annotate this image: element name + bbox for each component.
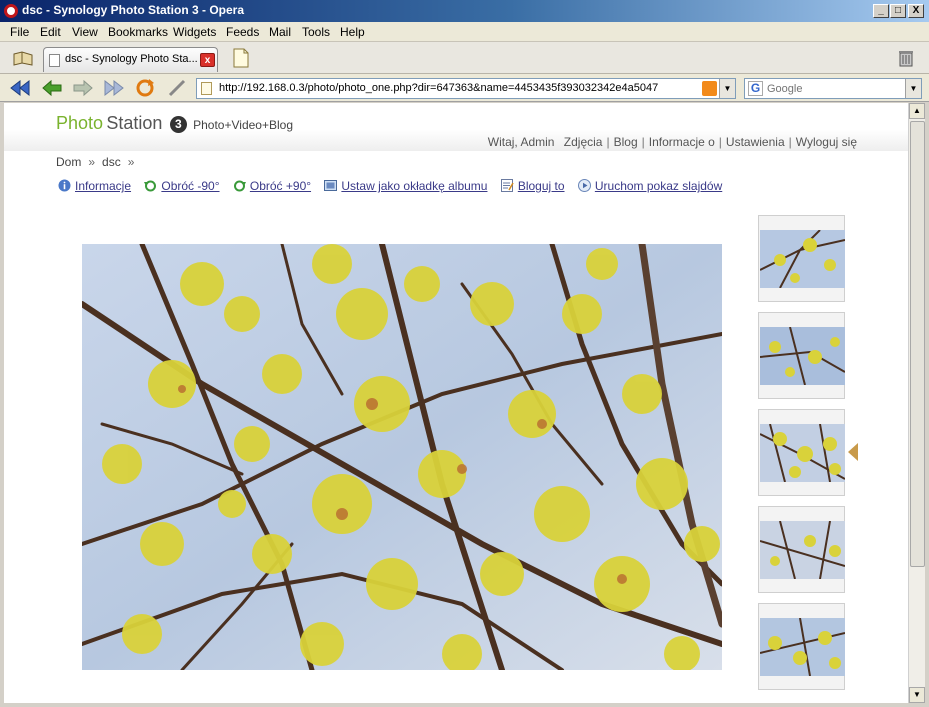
search-box[interactable]: G ▼ — [744, 78, 922, 99]
thumbnail-image — [760, 521, 845, 579]
page-viewport: Photo Station 3 Photo+Video+Blog Witaj, … — [4, 103, 908, 703]
thumbnail[interactable] — [758, 603, 845, 690]
menu-bar: File Edit View Bookmarks Widgets Feeds M… — [0, 22, 929, 42]
page-icon — [201, 82, 212, 95]
breadcrumb-home[interactable]: Dom — [56, 155, 81, 169]
thumbnail[interactable] — [758, 312, 845, 399]
new-tab-icon[interactable] — [232, 48, 250, 68]
selected-thumbnail-pointer-icon — [848, 443, 858, 461]
address-bar[interactable]: http://192.168.0.3/photo/photo_one.php?d… — [196, 78, 736, 99]
thumbnail[interactable] — [758, 215, 845, 302]
thumbnail-selected[interactable] — [758, 409, 845, 496]
search-input[interactable] — [767, 81, 902, 96]
scrollbar-thumb[interactable] — [910, 121, 925, 567]
thumbnail-image — [760, 327, 845, 385]
menu-help[interactable]: Help — [340, 25, 365, 39]
tab-label: dsc - Synology Photo Sta... — [65, 53, 197, 65]
thumbnail-image — [760, 424, 845, 482]
address-dropdown-icon[interactable]: ▼ — [719, 79, 735, 98]
tab-active[interactable]: dsc - Synology Photo Sta... x — [43, 47, 218, 72]
info-icon — [58, 179, 71, 192]
window-title: dsc - Synology Photo Station 3 - Opera — [22, 3, 245, 17]
action-rotate-left[interactable]: Obróć -90° — [144, 179, 220, 193]
thumbnail-image — [760, 230, 845, 288]
tab-close-button[interactable]: x — [200, 53, 215, 67]
action-info[interactable]: Informacje — [58, 179, 131, 193]
edit-icon[interactable] — [166, 78, 188, 98]
action-set-album-cover[interactable]: Ustaw jako okładkę albumu — [324, 179, 487, 193]
search-dropdown-icon[interactable]: ▼ — [905, 79, 921, 98]
link-blog[interactable]: Blog — [614, 135, 638, 149]
breadcrumb-current[interactable]: dsc — [102, 155, 121, 169]
blog-icon — [500, 179, 514, 192]
close-window-button[interactable]: X — [908, 4, 924, 18]
navigation-toolbar: http://192.168.0.3/photo/photo_one.php?d… — [0, 74, 929, 102]
address-url[interactable]: http://192.168.0.3/photo/photo_one.php?d… — [219, 82, 689, 94]
thumbnail[interactable] — [758, 506, 845, 593]
top-navigation: Witaj, Admin Zdjęcia | Blog | Informacje o | U… — [487, 135, 857, 149]
action-rotate-right[interactable]: Obróć +90° — [233, 179, 311, 193]
reload-icon[interactable] — [134, 78, 156, 98]
window-titlebar: dsc - Synology Photo Station 3 - Opera _… — [0, 0, 929, 22]
vertical-scrollbar[interactable]: ▲ ▼ — [908, 103, 925, 703]
opera-icon — [4, 4, 18, 18]
main-photo[interactable] — [82, 244, 722, 670]
rotate-left-icon — [144, 180, 157, 192]
google-icon[interactable]: G — [748, 81, 763, 96]
scroll-down-icon[interactable]: ▼ — [909, 687, 925, 703]
album-cover-icon — [324, 180, 338, 191]
link-about[interactable]: Informacje o — [649, 135, 715, 149]
rewind-icon[interactable] — [8, 78, 30, 98]
thumbnail-image — [760, 618, 845, 676]
thumbnail-strip — [758, 215, 845, 700]
maximize-button[interactable]: □ — [890, 4, 906, 18]
action-slideshow[interactable]: Uruchom pokaz slajdów — [577, 179, 722, 193]
trash-icon[interactable] — [898, 49, 914, 67]
menu-mail[interactable]: Mail — [269, 25, 291, 39]
menu-bookmarks[interactable]: Bookmarks — [108, 25, 168, 39]
rss-feed-icon[interactable] — [702, 81, 717, 96]
menu-edit[interactable]: Edit — [40, 25, 61, 39]
action-blog-it[interactable]: Bloguj to — [500, 179, 565, 193]
forward-icon[interactable] — [71, 78, 93, 98]
minimize-button[interactable]: _ — [873, 4, 889, 18]
menu-file[interactable]: File — [10, 25, 29, 39]
breadcrumb: Dom» dsc» — [56, 155, 135, 169]
link-logout[interactable]: Wyloguj się — [796, 135, 857, 149]
photo-station-logo[interactable]: Photo Station 3 Photo+Video+Blog — [56, 113, 293, 134]
menu-feeds[interactable]: Feeds — [226, 25, 259, 39]
panels-icon[interactable] — [12, 50, 34, 68]
photo-actions: Informacje Obróć -90° Obróć +90° Ustaw j… — [58, 179, 732, 193]
menu-tools[interactable]: Tools — [302, 25, 330, 39]
menu-view[interactable]: View — [72, 25, 98, 39]
rotate-right-icon — [233, 180, 246, 192]
menu-widgets[interactable]: Widgets — [173, 25, 216, 39]
back-icon[interactable] — [40, 78, 62, 98]
link-settings[interactable]: Ustawienia — [726, 135, 785, 149]
tab-bar: dsc - Synology Photo Sta... x — [0, 42, 929, 74]
page-icon — [49, 54, 60, 67]
scroll-up-icon[interactable]: ▲ — [909, 103, 925, 119]
greeting: Witaj, Admin — [487, 135, 555, 149]
slideshow-icon — [577, 179, 591, 192]
link-photos[interactable]: Zdjęcia — [564, 135, 603, 149]
fast-forward-icon[interactable] — [102, 78, 124, 98]
